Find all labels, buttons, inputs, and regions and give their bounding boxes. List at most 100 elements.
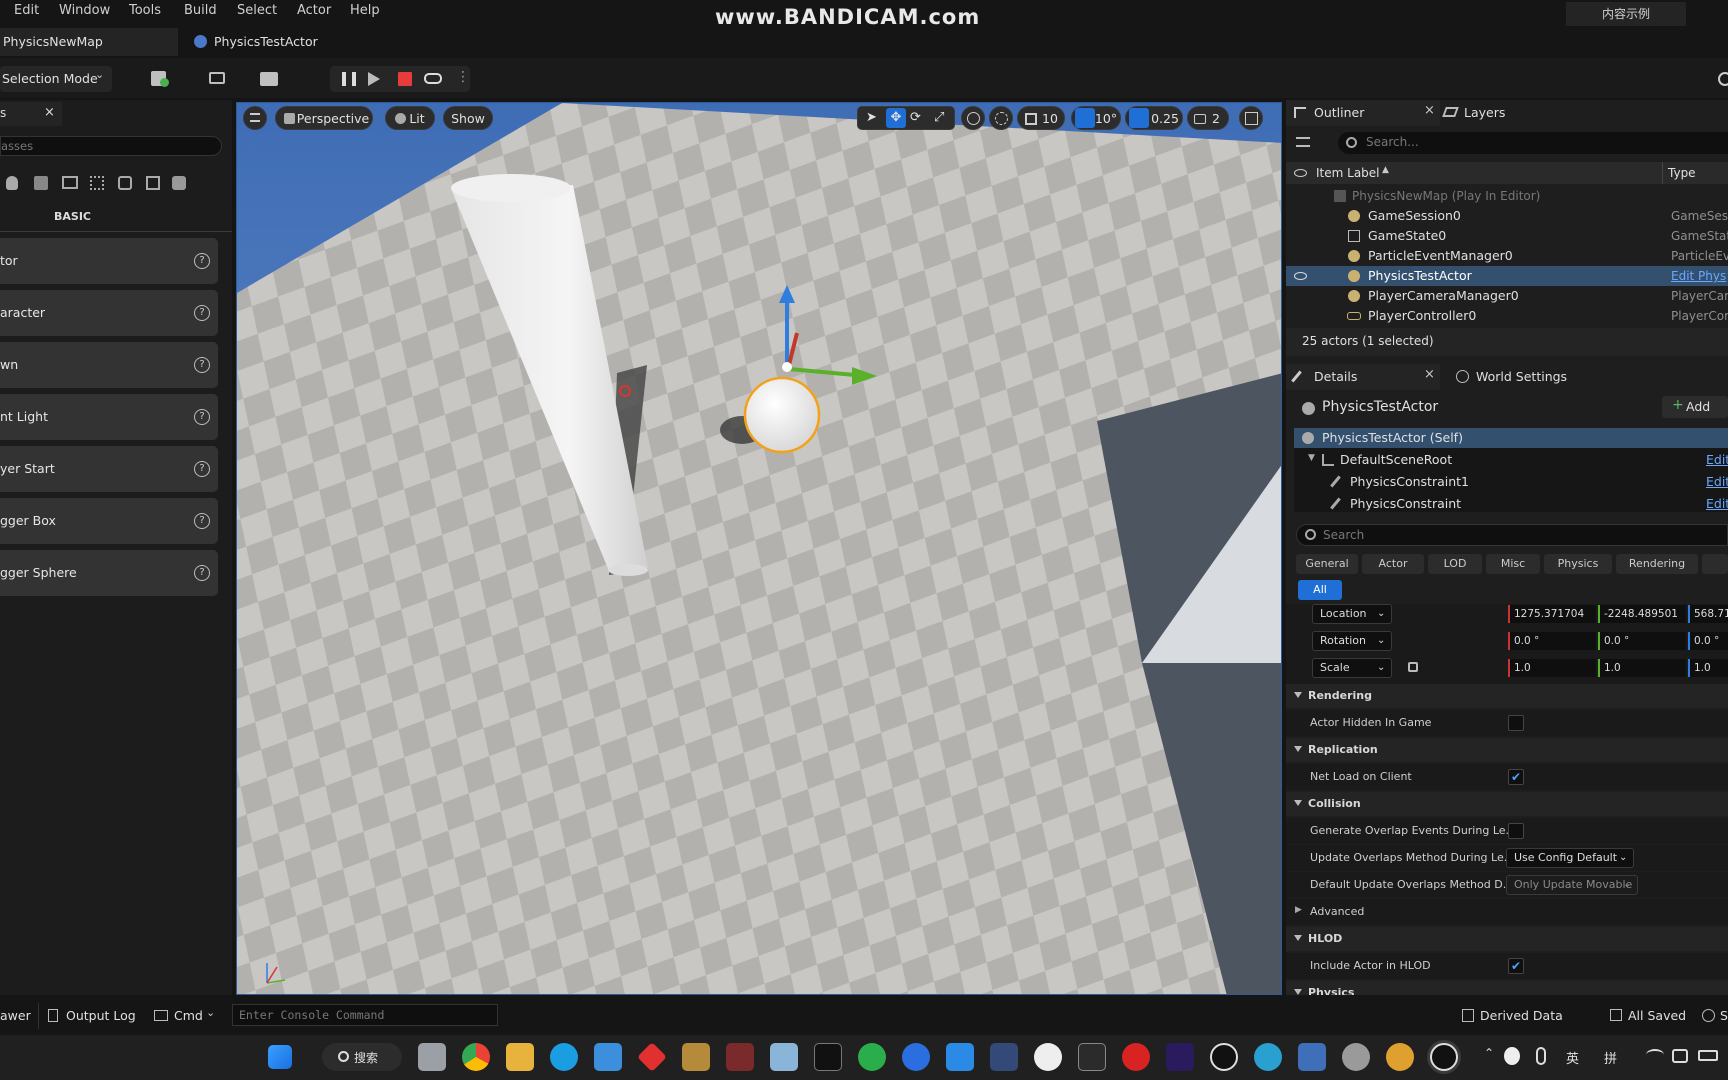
all-saved-button[interactable]: All Saved [1608,1003,1692,1029]
rotation-dropdown[interactable]: Rotation ⌄ [1312,631,1392,651]
content-drawer-button[interactable]: awer [0,1008,31,1023]
edit-component-link[interactable]: Edit [1706,452,1728,467]
add-component-button[interactable]: + Add [1662,396,1728,418]
section-physics[interactable]: Physics [1286,981,1728,995]
rider-icon[interactable] [726,1043,754,1071]
photos-icon[interactable] [770,1043,798,1071]
output-log-button[interactable]: Output Log [46,1003,136,1029]
epic-games-icon[interactable] [1078,1043,1106,1071]
menu-help[interactable]: Help [350,3,380,18]
place-item-point-light[interactable]: nt Light? [0,394,218,440]
outliner-row[interactable]: ParticleEventManager0 ParticleEv [1286,246,1728,266]
scale-z-field[interactable]: 1.0 [1688,659,1728,677]
cinematics-button[interactable] [258,68,294,90]
derived-data-button[interactable]: Derived Data [1460,1003,1580,1029]
generate-overlap-checkbox[interactable] [1508,823,1524,839]
wifi-icon[interactable] [1646,1049,1664,1061]
game-icon[interactable] [1386,1043,1414,1071]
world-settings-tab[interactable]: World Settings [1456,364,1596,390]
grid-snap-button[interactable]: 10 [1017,106,1065,130]
rotate-icon[interactable]: ⟳ [910,106,921,130]
component-row[interactable]: PhysicsConstraint1 Edit [1294,472,1728,492]
help-icon[interactable]: ? [194,357,210,373]
component-row-selected[interactable]: PhysicsTestActor (Self) [1294,428,1728,448]
scale-snap-button[interactable]: 0.25 [1125,106,1183,130]
gamepad-icon[interactable] [424,73,442,84]
filter-button[interactable] [1296,134,1328,152]
outliner-search-input[interactable]: Search... [1338,132,1728,154]
settings-icon[interactable] [1718,72,1728,86]
perspective-button[interactable]: Perspective [275,106,373,130]
outliner-row[interactable]: PlayerCameraManager0 PlayerCar [1286,286,1728,306]
tab-actor-blueprint[interactable]: PhysicsTestActor [186,28,366,56]
outliner-world-row[interactable]: PhysicsNewMap (Play In Editor) [1286,186,1728,206]
include-hlod-checkbox[interactable]: ✔ [1508,958,1524,974]
filter-rendering[interactable]: Rendering [1616,554,1698,574]
all-classes-icon[interactable] [172,176,186,190]
lock-icon[interactable] [1408,662,1418,672]
terminal-icon[interactable] [814,1043,842,1071]
eye-icon[interactable] [1294,169,1307,177]
default-update-dropdown[interactable]: Only Update Movable ⌄ [1506,875,1638,895]
gizmo-center[interactable] [782,362,792,372]
cube-icon[interactable] [34,176,48,190]
rotation-x-field[interactable]: 0.0 ° [1508,632,1596,650]
edge-icon[interactable] [550,1043,578,1071]
section-rendering[interactable]: Rendering [1286,684,1728,708]
content-examples-button[interactable]: 内容示例 [1566,2,1686,26]
stop-icon[interactable] [398,72,412,86]
world-local-toggle[interactable] [961,106,985,130]
scale-y-field[interactable]: 1.0 [1598,659,1686,677]
console-command-input[interactable]: Enter Console Command [232,1004,498,1026]
place-actors-tab[interactable]: s × [0,102,62,126]
search-classes-input[interactable]: asses [0,136,222,156]
scale-x-field[interactable]: 1.0 [1508,659,1596,677]
maps-icon[interactable] [902,1043,930,1071]
source-control-button[interactable]: S [1700,1003,1728,1029]
premiere-icon[interactable] [1166,1043,1194,1071]
viewport-menu-button[interactable] [243,106,267,130]
menu-build[interactable]: Build [184,3,217,18]
edit-blueprint-link[interactable]: Edit Phys [1671,269,1726,283]
menu-window[interactable]: Window [59,3,110,18]
visual-effects-icon[interactable] [90,176,104,190]
volume-icon[interactable] [146,176,160,190]
windows-start-icon[interactable] [268,1045,292,1069]
filter-all[interactable]: All [1298,580,1342,600]
menu-edit[interactable]: Edit [14,3,39,18]
section-hlod[interactable]: HLOD [1286,927,1728,951]
location-x-field[interactable]: 1275.371704 [1508,605,1596,623]
tab-map[interactable]: PhysicsNewMap [0,28,178,56]
section-collision[interactable]: Collision [1286,792,1728,816]
move-icon[interactable]: ✥ [886,108,906,128]
actor-hidden-checkbox[interactable] [1508,715,1524,731]
outliner-row[interactable]: PlayerController0 PlayerCor [1286,306,1728,326]
details-tab[interactable]: Details × [1286,364,1440,390]
location-z-field[interactable]: 568.71 [1688,605,1728,623]
ime-language[interactable]: 英 [1566,1048,1579,1067]
menu-tools[interactable]: Tools [129,3,161,18]
taskbar-search[interactable]: 搜索 [322,1043,402,1071]
viewport-layout-button[interactable] [1239,106,1263,130]
place-item-actor[interactable]: tor? [0,238,218,284]
expand-icon[interactable]: ▼ [1308,453,1315,463]
close-icon[interactable]: × [1424,103,1435,118]
place-item-trigger-box[interactable]: gger Box? [0,498,218,544]
place-item-pawn[interactable]: wn? [0,342,218,388]
git-icon[interactable] [637,1042,667,1072]
close-icon[interactable]: × [1424,367,1435,382]
unreal-editor-active-icon[interactable] [1430,1043,1458,1071]
section-replication[interactable]: Replication [1286,738,1728,762]
rotation-y-field[interactable]: 0.0 ° [1598,632,1686,650]
filter-more[interactable] [1702,554,1728,574]
unreal-engine-icon[interactable] [1210,1043,1238,1071]
help-icon[interactable]: ? [194,513,210,529]
scale-icon[interactable]: ⤢ [934,106,944,130]
place-item-trigger-sphere[interactable]: gger Sphere? [0,550,218,596]
close-icon[interactable]: × [44,105,55,120]
help-icon[interactable]: ? [194,409,210,425]
column-item-label[interactable]: Item Label [1316,166,1380,180]
pause-icon[interactable] [342,72,356,86]
chevron-up-icon[interactable]: ⌃ [1484,1046,1494,1060]
filter-actor[interactable]: Actor [1362,554,1424,574]
